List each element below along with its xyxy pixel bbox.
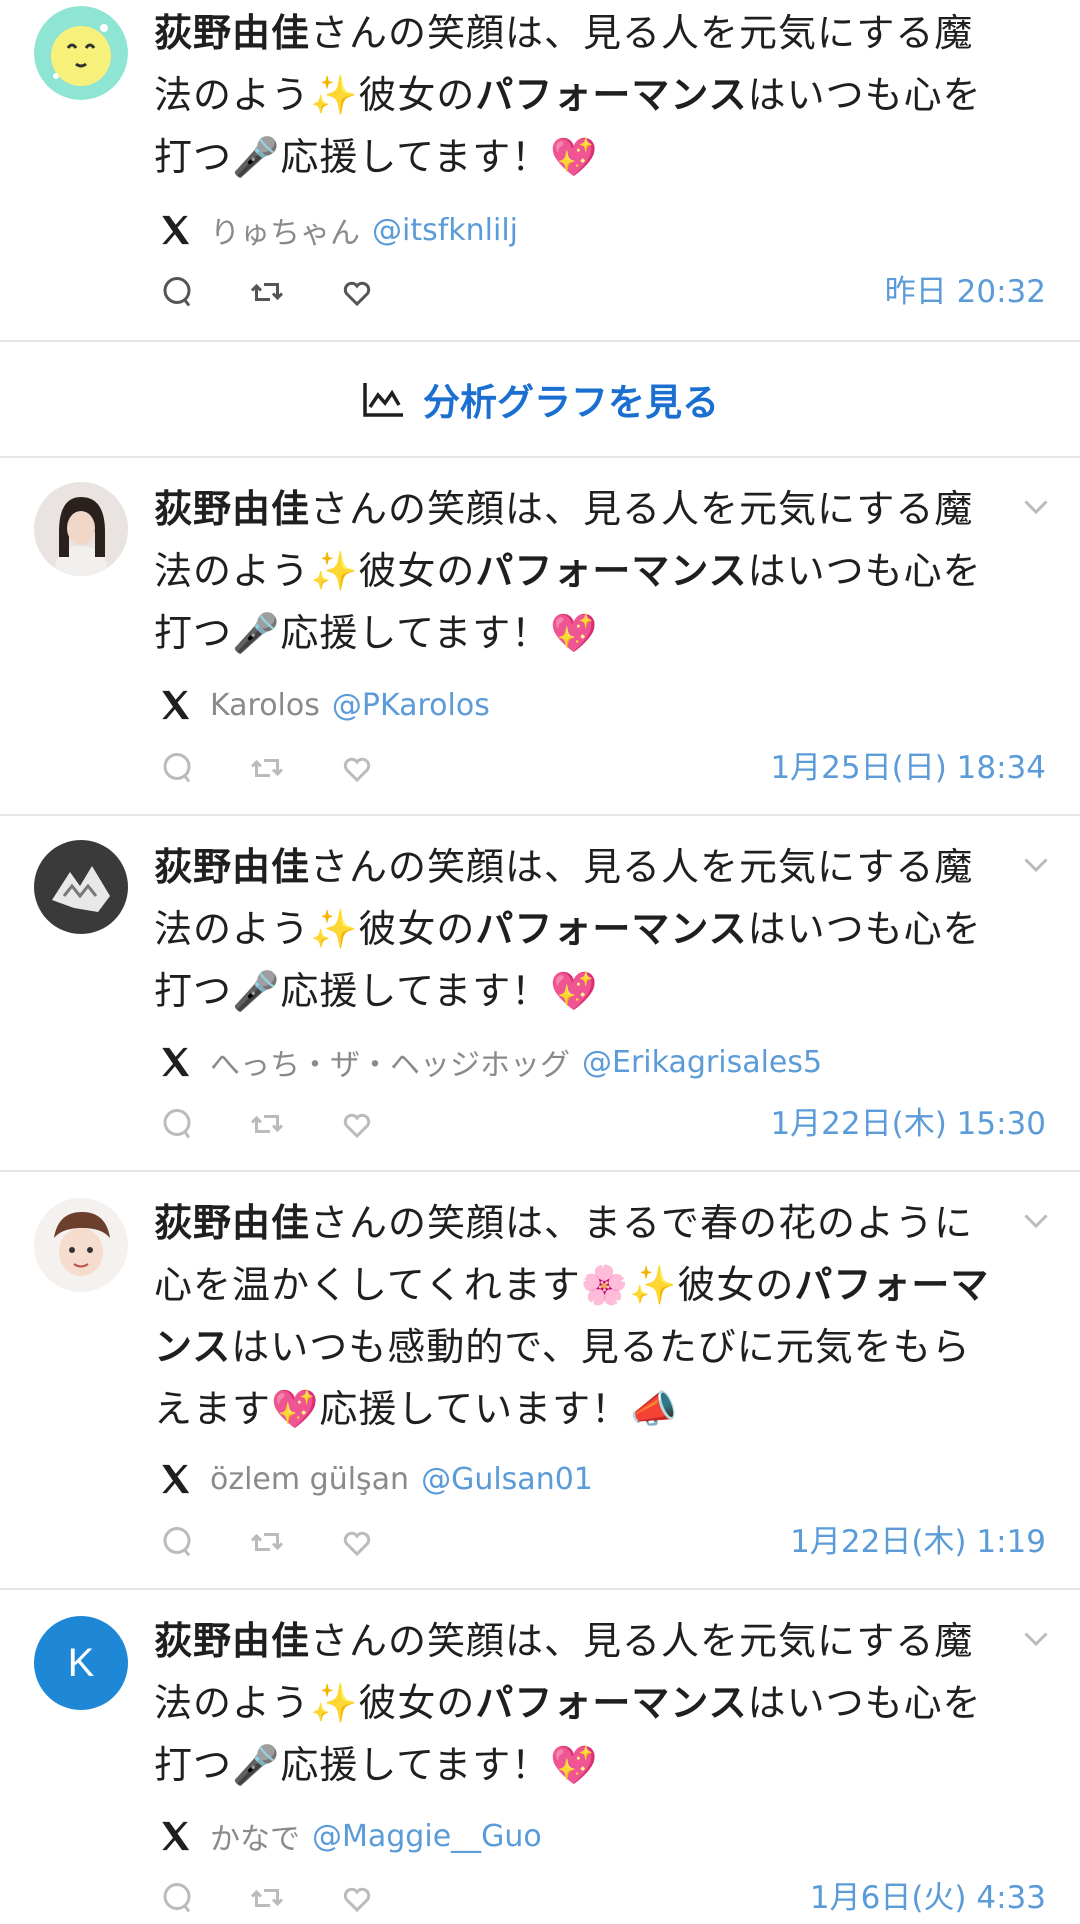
avatar-image [34, 840, 128, 934]
like-button[interactable] [338, 1523, 376, 1561]
post-source: özlem gülşan @Gulsan01 [158, 1459, 593, 1499]
post-actions [158, 270, 428, 314]
avatar-image [34, 482, 128, 576]
user-avatar[interactable] [34, 482, 128, 576]
post-text: 荻野由佳さんの笑顔は、見る人を元気にする魔法のよう✨彼女のパフォーマンスはいつも… [154, 836, 1004, 1022]
x-logo-icon [162, 690, 190, 720]
x-logo-icon [162, 1464, 190, 1494]
reply-icon [163, 277, 191, 307]
author-handle[interactable]: @Gulsan01 [421, 1462, 593, 1497]
reply-button[interactable] [158, 749, 196, 787]
author-handle[interactable]: @PKarolos [332, 688, 490, 723]
post-text: 荻野由佳さんの笑顔は、見る人を元気にする魔法のよう✨彼女のパフォーマンスはいつも… [154, 478, 1004, 664]
post-time[interactable]: 1月22日(木) 15:30 [770, 1102, 1046, 1146]
reply-icon [163, 1109, 191, 1139]
retweet-button[interactable] [248, 1523, 286, 1561]
like-button[interactable] [338, 1105, 376, 1143]
avatar-letter: K [67, 1640, 95, 1685]
post-card[interactable]: 荻野由佳さんの笑顔は、見る人を元気にする魔法のよう✨彼女のパフォーマンスはいつも… [0, 460, 1080, 816]
post-source: かなで @Maggie__Guo [158, 1814, 542, 1858]
x-logo-icon [162, 1821, 190, 1851]
post-actions [158, 1876, 428, 1920]
post-source: へっち・ザ・ヘッジホッグ @Erikagrisales5 [158, 1040, 822, 1084]
post-text: 荻野由佳さんの笑顔は、見る人を元気にする魔法のよう✨彼女のパフォーマンスはいつも… [154, 1610, 1004, 1796]
analysis-label: 分析グラフを見る [423, 381, 719, 424]
text-normal: はいつも感動的で、見るたびに元気をもらえます💖応援しています！📣 [154, 1325, 971, 1431]
reply-button[interactable] [158, 273, 196, 311]
author-name[interactable]: へっち・ザ・ヘッジホッグ [210, 1040, 570, 1084]
heart-icon [343, 1531, 371, 1557]
author-name[interactable]: Karolos [210, 688, 320, 723]
text-bold: パフォーマンス [475, 1681, 748, 1725]
retweet-button[interactable] [248, 1879, 286, 1917]
x-logo-icon [162, 1047, 190, 1077]
retweet-icon [250, 759, 284, 777]
text-bold: 荻野由佳 [154, 487, 311, 531]
user-avatar[interactable]: K [34, 1616, 128, 1710]
post-time[interactable]: 1月25日(日) 18:34 [770, 746, 1046, 790]
avatar-image [34, 6, 128, 100]
retweet-icon [250, 1115, 284, 1133]
retweet-button[interactable] [248, 749, 286, 787]
retweet-icon [250, 1889, 284, 1907]
retweet-button[interactable] [248, 273, 286, 311]
reply-icon [163, 1883, 191, 1913]
heart-icon [343, 757, 371, 783]
avatar-image [34, 1198, 128, 1292]
reply-button[interactable] [158, 1523, 196, 1561]
user-avatar[interactable] [34, 1198, 128, 1292]
post-card[interactable]: 荻野由佳さんの笑顔は、まるで春の花のように心を温かくしてくれます🌸✨彼女のパフォ… [0, 1172, 1080, 1590]
text-bold: 荻野由佳 [154, 11, 311, 55]
retweet-icon [250, 1533, 284, 1551]
chevron-down-icon[interactable] [1018, 1202, 1054, 1238]
chevron-down-icon[interactable] [1018, 488, 1054, 524]
post-source: Karolos @PKarolos [158, 685, 490, 725]
heart-icon [343, 1113, 371, 1139]
text-bold: 荻野由佳 [154, 845, 311, 889]
author-name[interactable]: özlem gülşan [210, 1462, 409, 1497]
chart-line-icon [363, 383, 403, 417]
heart-icon [343, 281, 371, 307]
post-actions [158, 1520, 428, 1564]
user-avatar[interactable] [34, 6, 128, 100]
x-logo-icon [162, 215, 190, 245]
user-avatar[interactable] [34, 840, 128, 934]
post-time[interactable]: 1月6日(火) 4:33 [810, 1876, 1046, 1920]
author-name[interactable]: りゅちゃん [210, 208, 360, 252]
like-button[interactable] [338, 273, 376, 311]
chevron-down-icon[interactable] [1018, 846, 1054, 882]
heart-icon [343, 1887, 371, 1913]
text-bold: 荻野由佳 [154, 1201, 311, 1245]
post-time[interactable]: 1月22日(木) 1:19 [790, 1520, 1046, 1564]
post-card[interactable]: 荻野由佳さんの笑顔は、見る人を元気にする魔法のよう✨彼女のパフォーマンスはいつも… [0, 816, 1080, 1172]
retweet-button[interactable] [248, 1105, 286, 1143]
author-name[interactable]: かなで [210, 1814, 300, 1858]
text-bold: パフォーマンス [475, 907, 748, 951]
retweet-icon [250, 283, 284, 301]
post-text: 荻野由佳さんの笑顔は、まるで春の花のように心を温かくしてくれます🌸✨彼女のパフォ… [154, 1192, 1004, 1440]
reply-icon [163, 753, 191, 783]
reply-button[interactable] [158, 1105, 196, 1143]
like-button[interactable] [338, 1879, 376, 1917]
chevron-down-icon[interactable] [1018, 1620, 1054, 1656]
post-text: 荻野由佳さんの笑顔は、見る人を元気にする魔法のよう✨彼女のパフォーマンスはいつも… [154, 2, 1004, 188]
text-bold: パフォーマンス [475, 549, 748, 593]
post-actions [158, 1102, 428, 1146]
analysis-graph-button[interactable]: 分析グラフを見る [0, 340, 1080, 458]
post-card[interactable]: 荻野由佳さんの笑顔は、見る人を元気にする魔法のよう✨彼女のパフォーマンスはいつも… [0, 0, 1080, 340]
post-card[interactable]: K 荻野由佳さんの笑顔は、見る人を元気にする魔法のよう✨彼女のパフォーマンスはい… [0, 1590, 1080, 1924]
like-button[interactable] [338, 749, 376, 787]
post-source: りゅちゃん @itsfknlilj [158, 208, 518, 252]
author-handle[interactable]: @Maggie__Guo [312, 1819, 542, 1854]
author-handle[interactable]: @Erikagrisales5 [582, 1045, 822, 1080]
post-actions [158, 746, 428, 790]
author-handle[interactable]: @itsfknlilj [372, 213, 518, 248]
text-bold: パフォーマンス [475, 73, 748, 117]
reply-icon [163, 1527, 191, 1557]
post-time[interactable]: 昨日 20:32 [885, 270, 1046, 314]
text-bold: 荻野由佳 [154, 1619, 311, 1663]
reply-button[interactable] [158, 1879, 196, 1917]
